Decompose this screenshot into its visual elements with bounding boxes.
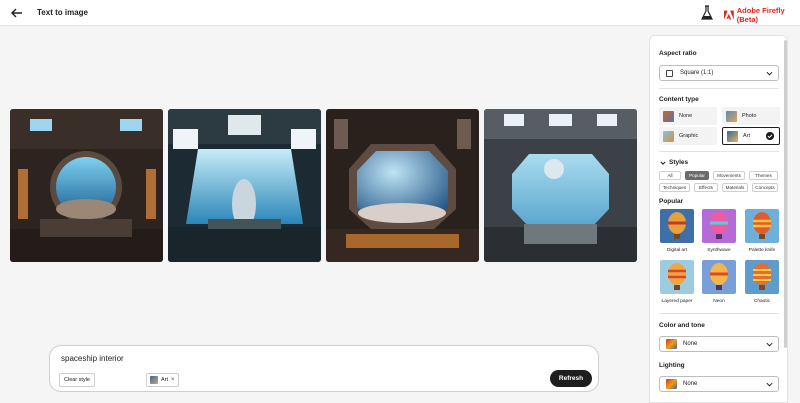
balloon-thumbnail bbox=[745, 260, 779, 294]
color-tone-title: Color and tone bbox=[659, 322, 705, 329]
tab-movements[interactable]: Movements bbox=[713, 171, 745, 180]
divider bbox=[659, 88, 779, 89]
style-card-digital-art[interactable]: Digital art bbox=[660, 209, 694, 253]
balloon-thumbnail bbox=[660, 209, 694, 243]
image-spaceship-1 bbox=[10, 109, 163, 262]
style-card-label: Synthwave bbox=[707, 248, 731, 253]
tab-concepts[interactable]: Concepts bbox=[752, 183, 778, 192]
content-type-none[interactable]: None bbox=[659, 107, 717, 125]
image-spaceship-2 bbox=[168, 109, 321, 262]
square-icon bbox=[666, 69, 673, 77]
style-card-chaotic[interactable]: Chaotic bbox=[745, 260, 779, 304]
content-type-label: Art bbox=[743, 133, 751, 139]
content-type-graphic[interactable]: Graphic bbox=[659, 127, 717, 145]
balloon-thumbnail bbox=[745, 209, 779, 243]
styles-title: Styles bbox=[669, 159, 689, 166]
brand[interactable]: Adobe Firefly (Beta) bbox=[724, 6, 800, 24]
content-type-title: Content type bbox=[659, 96, 699, 103]
lighting-select[interactable]: None bbox=[659, 376, 779, 392]
tab-effects[interactable]: Effects bbox=[694, 183, 718, 192]
image-spaceship-3 bbox=[326, 109, 479, 262]
style-card-palette-knife[interactable]: Palette knife bbox=[745, 209, 779, 253]
chip-label: Art bbox=[161, 377, 169, 383]
content-type-photo[interactable]: Photo bbox=[722, 107, 780, 125]
content-type-label: Graphic bbox=[679, 133, 699, 139]
brand-name: Adobe Firefly (Beta) bbox=[736, 6, 785, 24]
content-type-label: Photo bbox=[742, 113, 757, 119]
color-tone-thumbnail bbox=[666, 339, 677, 349]
generated-image[interactable] bbox=[326, 109, 479, 262]
style-card-label: Digital art bbox=[666, 248, 688, 253]
chip-thumbnail bbox=[150, 376, 158, 384]
photo-thumbnail bbox=[726, 110, 737, 122]
lighting-value: None bbox=[683, 381, 698, 387]
style-card-layered-paper[interactable]: Layered paper bbox=[660, 260, 694, 304]
tab-techniques[interactable]: Techniques bbox=[659, 183, 690, 192]
style-card-neon[interactable]: Neon bbox=[702, 260, 736, 304]
prompt-input[interactable]: spaceship interior bbox=[61, 354, 124, 363]
style-chip-art[interactable]: Art × bbox=[146, 373, 179, 387]
divider bbox=[659, 313, 779, 314]
aspect-ratio-title: Aspect ratio bbox=[659, 50, 697, 57]
divider bbox=[659, 151, 779, 152]
refresh-button[interactable]: Refresh bbox=[550, 370, 592, 387]
balloon-thumbnail bbox=[660, 260, 694, 294]
balloon-thumbnail bbox=[702, 209, 736, 243]
tab-popular[interactable]: Popular bbox=[685, 171, 709, 180]
generated-image[interactable] bbox=[10, 109, 163, 262]
close-icon[interactable]: × bbox=[171, 377, 175, 383]
style-card-label: Chaotic bbox=[753, 299, 771, 304]
chevron-down-icon[interactable] bbox=[660, 160, 666, 166]
prompt-bar: spaceship interior Clear style Art × Ref… bbox=[49, 345, 599, 392]
content-type-art[interactable]: Art bbox=[722, 127, 780, 145]
generated-image[interactable] bbox=[168, 109, 321, 262]
chevron-down-icon bbox=[766, 382, 773, 387]
color-tone-value: None bbox=[683, 341, 698, 347]
checkmark-icon bbox=[766, 132, 774, 140]
style-card-synthwave[interactable]: Synthwave bbox=[702, 209, 736, 253]
chevron-down-icon bbox=[766, 71, 773, 76]
graphic-thumbnail bbox=[663, 130, 674, 142]
tab-all[interactable]: All bbox=[659, 171, 681, 180]
aspect-ratio-value: Square (1:1) bbox=[680, 70, 714, 76]
page-title: Text to image bbox=[37, 8, 88, 17]
style-card-label: Layered paper bbox=[661, 299, 693, 304]
art-thumbnail bbox=[727, 130, 738, 142]
generated-image[interactable] bbox=[484, 109, 637, 262]
content-type-label: None bbox=[679, 113, 693, 119]
arrow-left-icon[interactable] bbox=[9, 5, 25, 21]
color-tone-select[interactable]: None bbox=[659, 336, 779, 352]
lighting-thumbnail bbox=[666, 379, 677, 389]
app-header: Text to image Adobe Firefly (Beta) bbox=[0, 0, 800, 26]
adobe-logo-icon bbox=[724, 10, 734, 20]
settings-panel: Aspect ratio Square (1:1) Content type N… bbox=[649, 35, 788, 403]
chevron-down-icon bbox=[766, 342, 773, 347]
aspect-ratio-select[interactable]: Square (1:1) bbox=[659, 65, 779, 81]
popular-section-title: Popular bbox=[659, 198, 684, 205]
style-card-label: Palette knife bbox=[748, 248, 776, 253]
balloon-thumbnail bbox=[702, 260, 736, 294]
flask-icon[interactable] bbox=[700, 5, 714, 21]
tab-materials[interactable]: Materials bbox=[722, 183, 748, 192]
panel-scrollbar[interactable] bbox=[784, 40, 787, 348]
clear-style-button[interactable]: Clear style bbox=[59, 373, 95, 387]
image-spaceship-4 bbox=[484, 109, 637, 262]
style-card-label: Neon bbox=[713, 299, 725, 304]
none-thumbnail bbox=[663, 110, 674, 122]
lighting-title: Lighting bbox=[659, 362, 685, 369]
tab-themes[interactable]: Themes bbox=[749, 171, 778, 180]
